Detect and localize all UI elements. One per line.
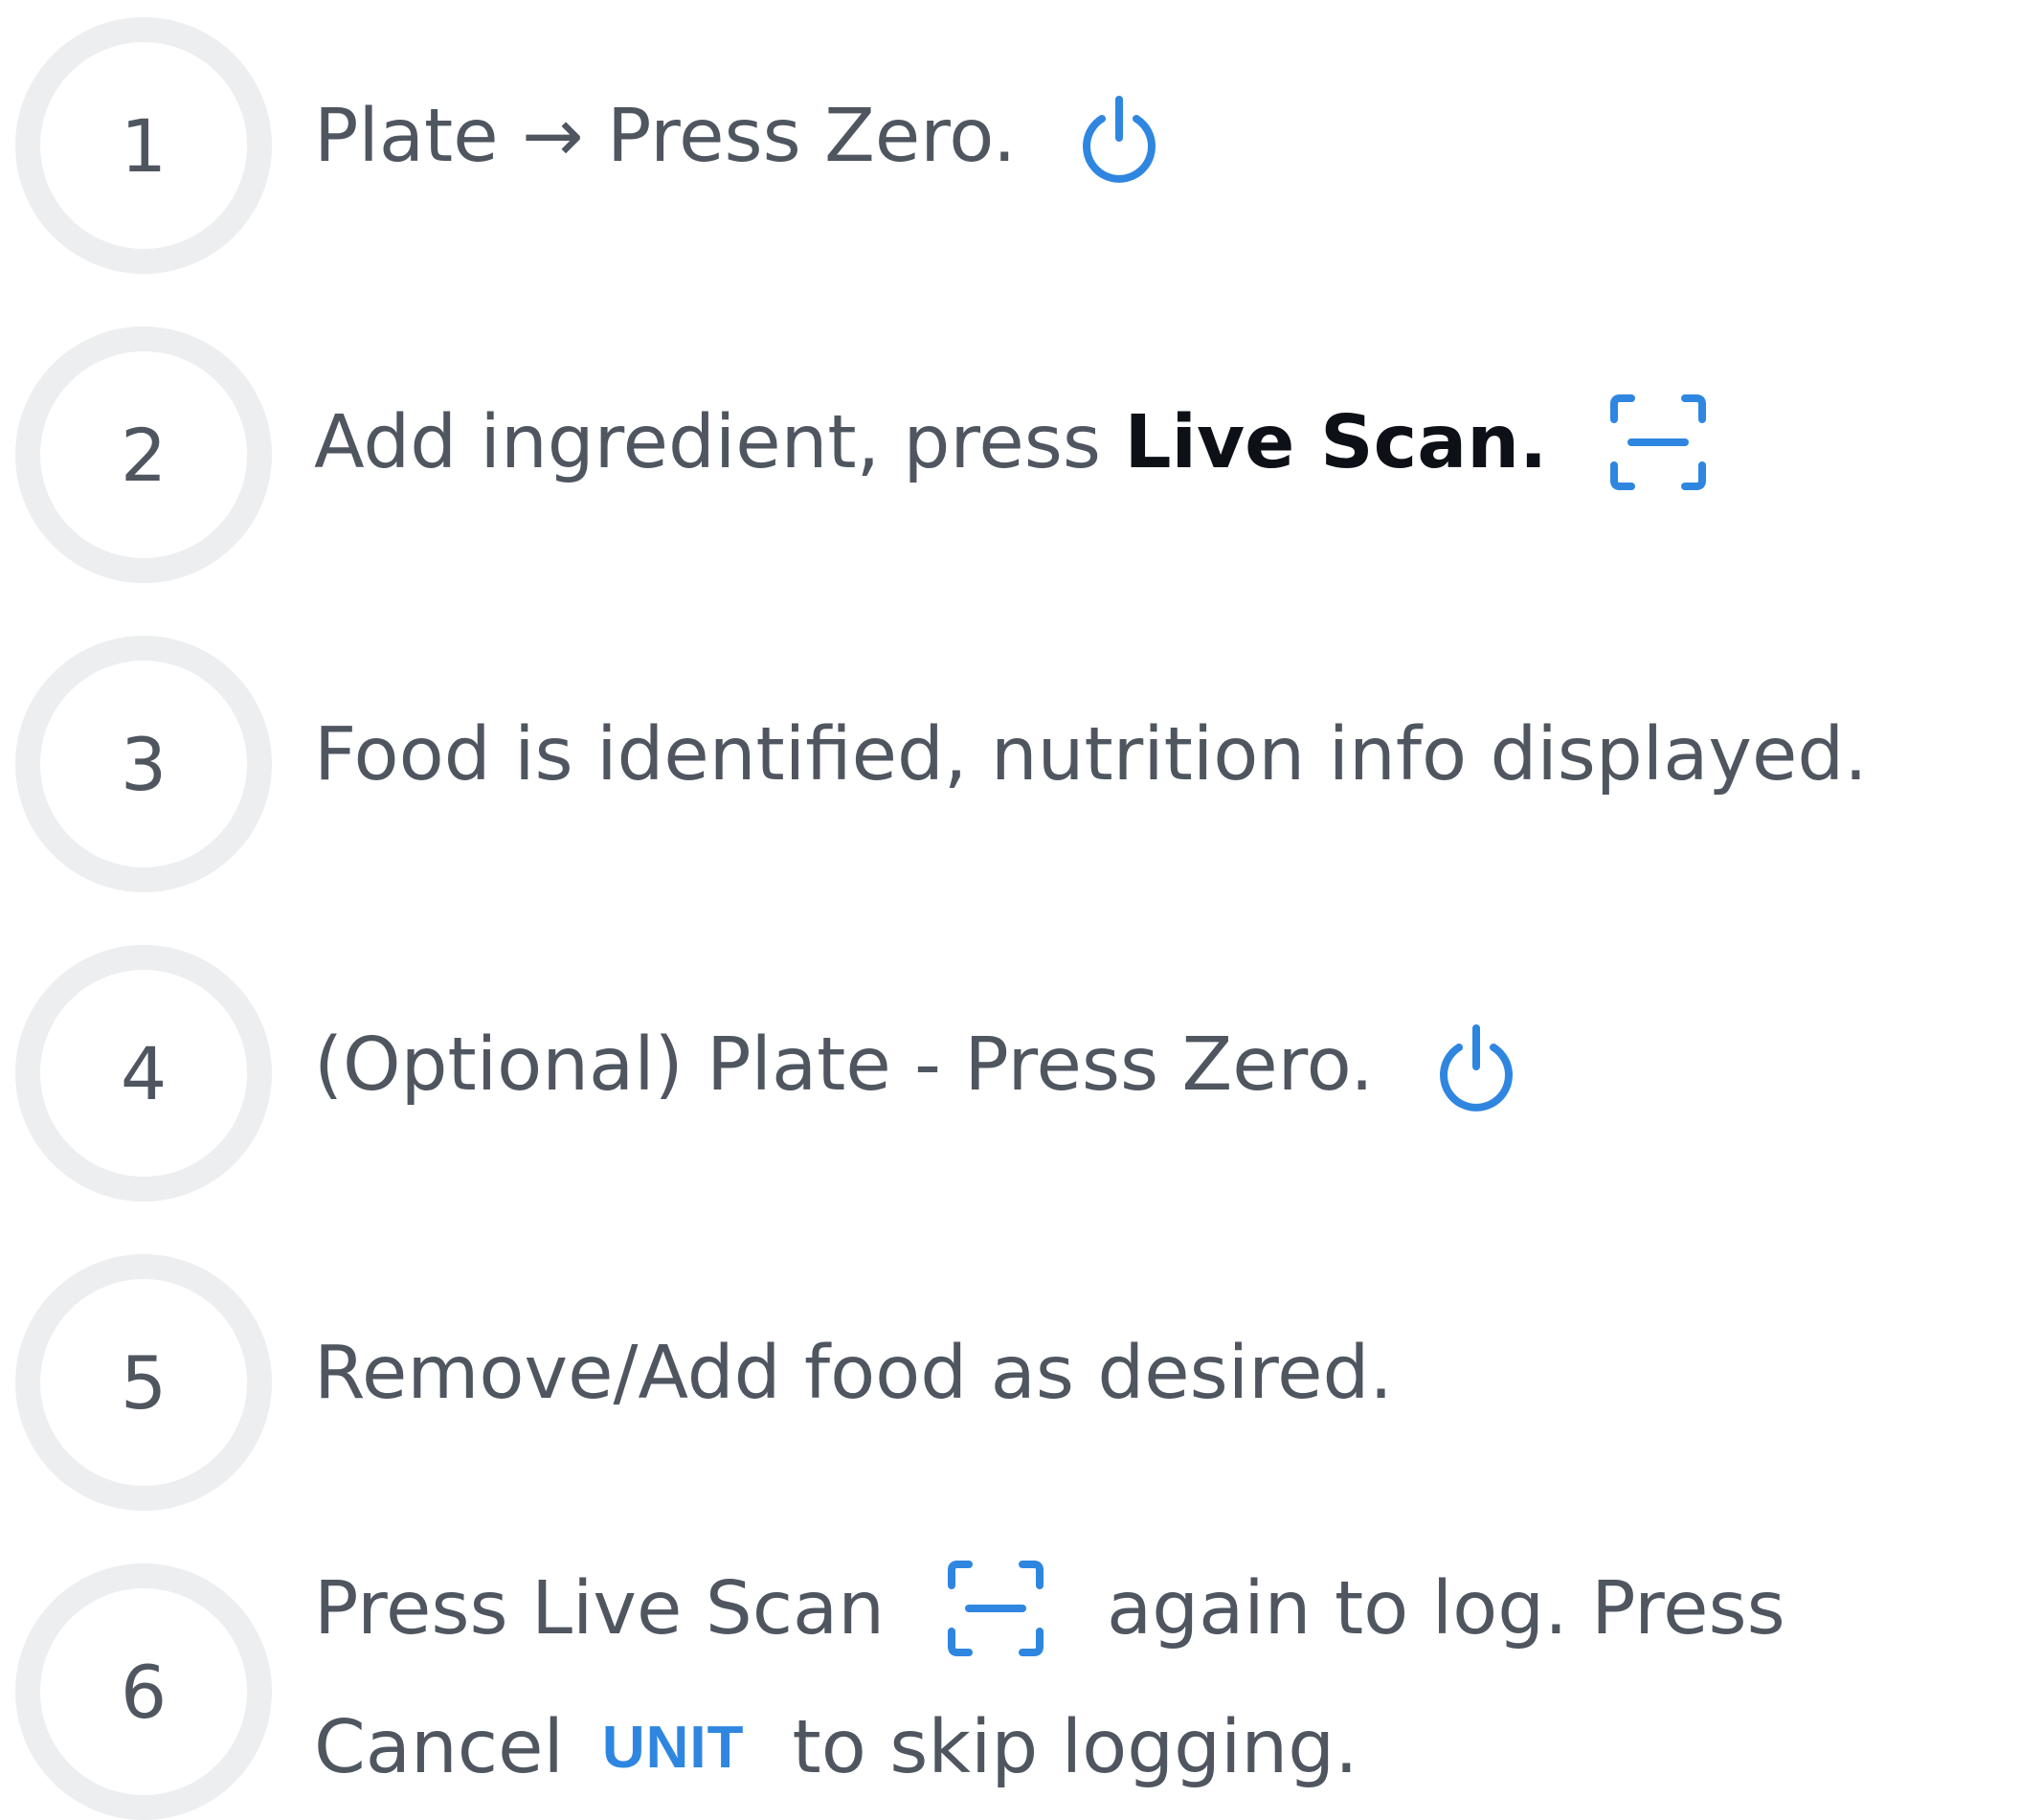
step-text: Food is identified, nutrition info displ… [314, 707, 1868, 802]
step-text: Press Live Scan again to log. Press Canc… [314, 1556, 1785, 1805]
step-6-text-c: Cancel [314, 1704, 564, 1790]
step-6-line-1: Press Live Scan again to log. Press [314, 1556, 1785, 1661]
step-text: Plate → Press Zero. [314, 88, 1162, 184]
step-2-text: Add ingredient, press [314, 399, 1125, 485]
step-4-text: (Optional) Plate - Press Zero. [314, 1022, 1374, 1108]
step-6-line-2: Cancel UNIT to skip logging. [314, 1690, 1785, 1805]
step-5-text: Remove/Add food as desired. [314, 1330, 1393, 1416]
step-number-badge: 4 [15, 945, 272, 1202]
step-number-badge: 2 [15, 326, 272, 583]
step-text: Remove/Add food as desired. [314, 1325, 1393, 1421]
step-number: 2 [120, 412, 168, 498]
step-number-badge: 6 [15, 1563, 272, 1820]
step-number-badge: 5 [15, 1254, 272, 1511]
unit-badge: UNIT [601, 1714, 745, 1781]
scan-icon [1610, 394, 1707, 490]
scan-icon [948, 1561, 1044, 1656]
step-1-text: Plate → Press Zero. [314, 93, 1017, 179]
step-6-text-d: to skip logging. [792, 1704, 1358, 1790]
step-number: 4 [120, 1030, 168, 1116]
step-number: 5 [120, 1339, 168, 1426]
step-text: Add ingredient, press Live Scan. [314, 394, 1710, 490]
step-number: 1 [120, 102, 168, 189]
step-3-text: Food is identified, nutrition info displ… [314, 711, 1868, 798]
step-text: (Optional) Plate - Press Zero. [314, 1017, 1519, 1112]
power-icon [1082, 96, 1156, 183]
step-number-badge: 3 [15, 636, 272, 892]
step-number-badge: 1 [15, 17, 272, 274]
power-icon [1439, 1024, 1513, 1112]
step-6-text-b: again to log. Press [1107, 1565, 1785, 1651]
step-6-text-a: Press Live Scan [314, 1565, 886, 1651]
live-scan-label: Live Scan. [1124, 399, 1548, 485]
step-number: 6 [120, 1649, 168, 1735]
step-number: 3 [120, 721, 168, 807]
